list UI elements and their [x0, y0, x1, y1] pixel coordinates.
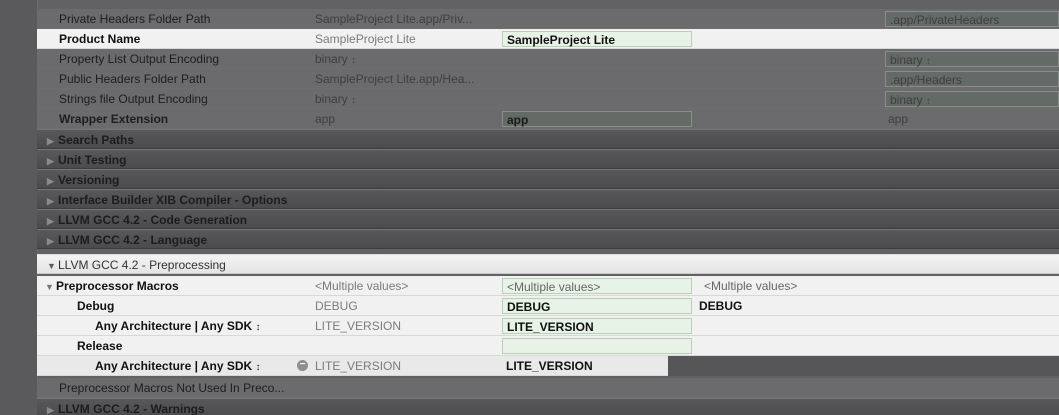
setting-row-plist-encoding[interactable]: Property List Output Encoding binary ↕ b… — [37, 49, 1059, 69]
disclosure-triangle-icon[interactable]: ▶ — [47, 403, 57, 415]
setting-name: Strings file Output Encoding — [59, 92, 208, 106]
setting-name: ▼ Preprocessor Macros — [45, 279, 179, 294]
target-value-field[interactable]: binary ↕ — [885, 51, 1059, 67]
default-value: SampleProject Lite — [315, 32, 416, 46]
setting-row-wrapper-extension[interactable]: Wrapper Extension app app app — [37, 109, 1059, 129]
setting-row-macros-not-used[interactable]: Preprocessor Macros Not Used In Preco... — [37, 378, 1059, 398]
disclosure-triangle-icon[interactable]: ▶ — [47, 194, 57, 208]
project-value: DEBUG — [507, 300, 551, 314]
architecture-condition: Any Architecture | Any SDK ↕ — [95, 359, 261, 373]
setting-name: Private Headers Folder Path — [59, 12, 211, 26]
section-title: ▶ LLVM GCC 4.2 - Language — [47, 233, 208, 248]
default-value: SampleProject Lite.app/Priv... — [315, 12, 473, 26]
project-value: <Multiple values> — [507, 280, 601, 294]
stepper-icon: ↕ — [926, 56, 932, 67]
section-llvm-code-generation[interactable]: ▶ LLVM GCC 4.2 - Code Generation — [37, 209, 1059, 229]
default-value: LITE_VERSION — [315, 319, 402, 333]
target-value: binary ↕ — [890, 53, 932, 67]
target-value: .app/PrivateHeaders — [890, 13, 1000, 27]
section-title: ▶ Versioning — [47, 173, 120, 188]
target-value: binary ↕ — [890, 93, 932, 107]
target-value-field[interactable]: .app/Headers — [885, 71, 1059, 87]
setting-row-debug[interactable]: Debug DEBUG DEBUG DEBUG — [37, 296, 1059, 316]
section-unit-testing[interactable]: ▶ Unit Testing — [37, 149, 1059, 169]
section-search-paths[interactable]: ▶ Search Paths — [37, 129, 1059, 149]
target-value-field[interactable]: .app/PrivateHeaders — [885, 11, 1059, 27]
project-value-field[interactable]: LITE_VERSION — [502, 318, 692, 334]
disclosure-triangle-icon[interactable]: ▶ — [47, 174, 57, 188]
section-title: ▶ Search Paths — [47, 133, 135, 148]
setting-row-debug-architecture[interactable]: Any Architecture | Any SDK ↕ LITE_VERSIO… — [37, 316, 1059, 336]
target-value: app — [888, 112, 909, 126]
setting-name: Product Name — [59, 32, 141, 46]
disclosure-triangle-icon[interactable]: ▶ — [47, 154, 57, 168]
stepper-icon: ↕ — [351, 55, 357, 66]
project-value[interactable]: LITE_VERSION — [506, 359, 593, 373]
section-title: ▶ Unit Testing — [47, 153, 127, 168]
default-value: binary ↕ — [315, 52, 357, 66]
stepper-icon[interactable]: ↕ — [256, 362, 261, 373]
row-fill — [668, 356, 1059, 376]
target-value-field[interactable]: binary ↕ — [885, 91, 1059, 107]
disclosure-triangle-icon[interactable]: ▶ — [47, 234, 57, 248]
stepper-icon[interactable]: ↕ — [256, 322, 261, 333]
architecture-condition: Any Architecture | Any SDK ↕ — [95, 319, 261, 333]
default-value: app — [315, 112, 336, 126]
project-value: SampleProject Lite — [507, 33, 616, 47]
default-value: SampleProject Lite.app/Hea... — [315, 72, 475, 86]
setting-name: Preprocessor Macros Not Used In Preco... — [59, 381, 285, 395]
default-value: LITE_VERSION — [315, 359, 402, 373]
setting-row-private-headers[interactable]: Private Headers Folder Path SampleProjec… — [37, 9, 1059, 29]
section-llvm-preprocessing[interactable]: ▼ LLVM GCC 4.2 - Preprocessing — [37, 254, 1059, 274]
target-value: <Multiple values> — [704, 279, 798, 293]
disclosure-triangle-icon[interactable]: ▼ — [47, 259, 57, 273]
project-value-field[interactable]: DEBUG — [502, 298, 692, 314]
default-value: DEBUG — [315, 299, 358, 313]
project-value-field[interactable] — [502, 338, 692, 354]
default-value: binary ↕ — [315, 92, 357, 106]
configuration-name: Debug — [77, 299, 115, 313]
default-value: <Multiple values> — [315, 279, 409, 293]
project-value: LITE_VERSION — [507, 320, 594, 334]
section-title: ▼ LLVM GCC 4.2 - Preprocessing — [47, 258, 226, 273]
project-value-field[interactable]: <Multiple values> — [502, 278, 692, 294]
section-title: ▶ Interface Builder XIB Compiler - Option… — [47, 193, 288, 208]
target-value: DEBUG — [699, 299, 743, 313]
disclosure-triangle-icon[interactable]: ▼ — [45, 280, 55, 294]
project-value-field[interactable]: SampleProject Lite — [502, 31, 692, 47]
section-llvm-warnings[interactable]: ▶ LLVM GCC 4.2 - Warnings — [37, 398, 1059, 415]
build-settings-view: Private Headers Folder Path SampleProjec… — [0, 0, 1059, 415]
setting-row-strings-encoding[interactable]: Strings file Output Encoding binary ↕ bi… — [37, 89, 1059, 109]
configuration-name: Release — [77, 339, 123, 353]
target-value: .app/Headers — [890, 73, 963, 87]
project-value: app — [507, 113, 529, 127]
setting-name: Wrapper Extension — [59, 112, 169, 126]
section-title: ▶ LLVM GCC 4.2 - Warnings — [47, 402, 205, 415]
section-versioning[interactable]: ▶ Versioning — [37, 169, 1059, 189]
section-ib-xib-compiler[interactable]: ▶ Interface Builder XIB Compiler - Option… — [37, 189, 1059, 209]
setting-name: Property List Output Encoding — [59, 52, 220, 66]
project-value-field[interactable]: app — [502, 111, 692, 127]
stepper-icon: ↕ — [351, 95, 357, 106]
stepper-icon: ↕ — [926, 96, 932, 107]
setting-name: Public Headers Folder Path — [59, 72, 206, 86]
left-gutter — [0, 0, 38, 415]
section-title: ▶ LLVM GCC 4.2 - Code Generation — [47, 213, 248, 228]
remove-condition-icon[interactable]: − — [297, 360, 308, 371]
disclosure-triangle-icon[interactable]: ▶ — [47, 214, 57, 228]
section-llvm-language[interactable]: ▶ LLVM GCC 4.2 - Language — [37, 229, 1059, 249]
setting-row-preprocessor-macros[interactable]: ▼ Preprocessor Macros <Multiple values> <… — [37, 276, 1059, 296]
disclosure-triangle-icon[interactable]: ▶ — [47, 134, 57, 148]
setting-row-public-headers[interactable]: Public Headers Folder Path SampleProject… — [37, 69, 1059, 89]
setting-row-release[interactable]: Release — [37, 336, 1059, 356]
setting-row-product-name[interactable]: Product Name SampleProject Lite SamplePr… — [37, 29, 1059, 49]
